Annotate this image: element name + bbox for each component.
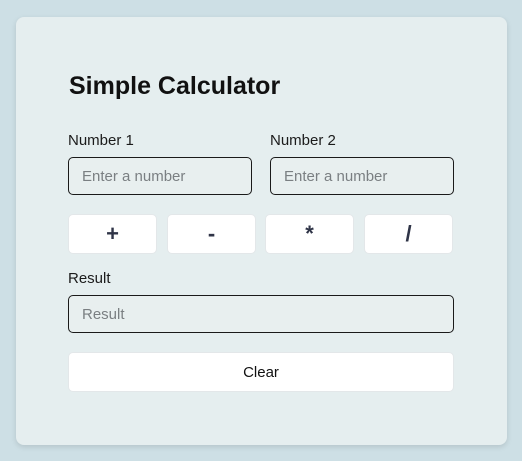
number1-label: Number 1 xyxy=(68,132,134,149)
subtract-button[interactable]: - xyxy=(167,214,256,254)
page-title: Simple Calculator xyxy=(69,72,281,100)
result-label: Result xyxy=(68,270,111,287)
number2-label: Number 2 xyxy=(270,132,336,149)
multiply-button[interactable]: * xyxy=(265,214,354,254)
clear-button[interactable]: Clear xyxy=(68,352,454,392)
number1-input[interactable] xyxy=(68,157,252,195)
result-field[interactable] xyxy=(68,295,454,333)
divide-button[interactable]: / xyxy=(364,214,453,254)
number2-input[interactable] xyxy=(270,157,454,195)
calculator-card: Simple Calculator Number 1 Number 2 + - … xyxy=(16,17,507,445)
add-button[interactable]: + xyxy=(68,214,157,254)
